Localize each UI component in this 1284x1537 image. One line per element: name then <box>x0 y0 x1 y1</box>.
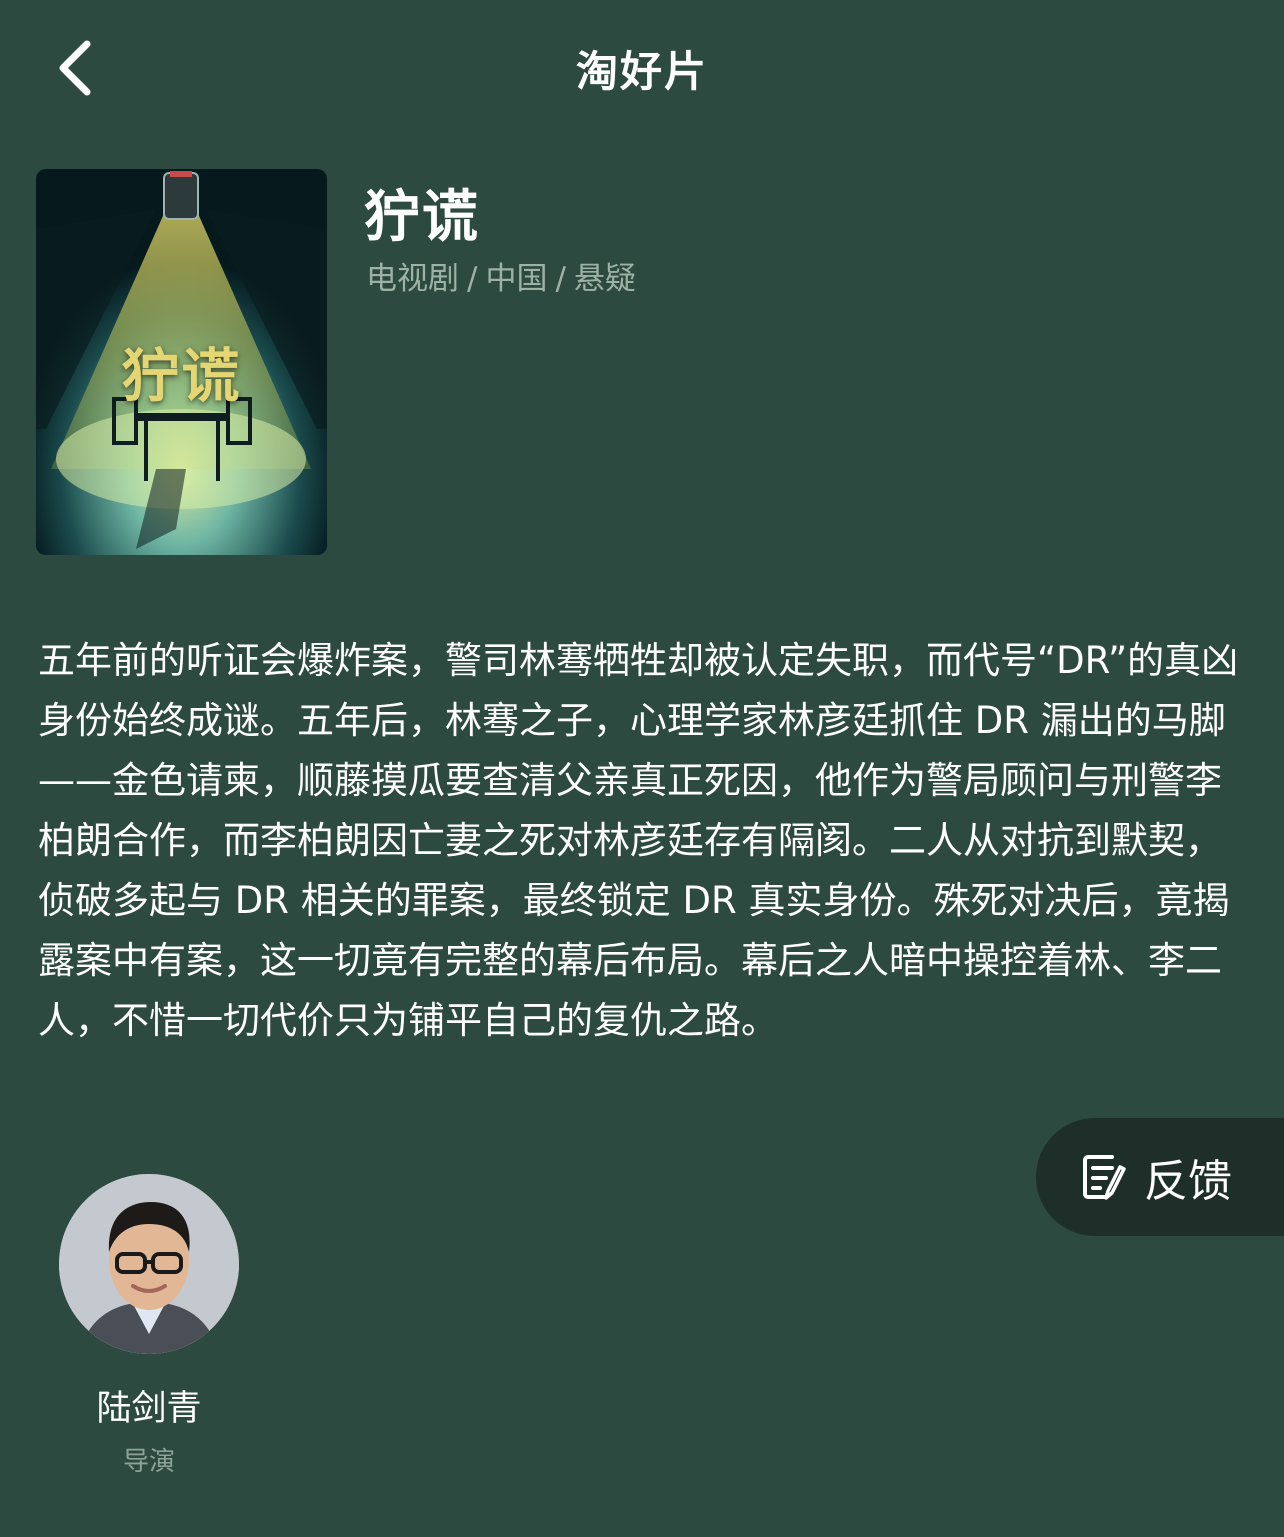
feedback-label: 反馈 <box>1144 1156 1232 1207</box>
crew-name: 陆剑青 <box>96 1389 202 1429</box>
poster-title-text: 狞谎 <box>121 342 242 410</box>
meta-genre: 悬疑 <box>573 261 636 297</box>
crew-card-director[interactable]: 陆剑青 导演 <box>56 1174 242 1478</box>
feedback-icon <box>1083 1155 1126 1200</box>
show-meta: 电视剧 / 中国 / 悬疑 <box>366 253 636 298</box>
meta-separator: / <box>555 261 566 297</box>
page-title: 淘好片 <box>575 47 708 96</box>
avatar <box>59 1174 239 1354</box>
meta-region: 中国 <box>485 261 548 297</box>
synopsis-text: 五年前的听证会爆炸案，警司林骞牺牲却被认定失职，而代号“DR”的真凶身份始终成谜… <box>38 639 1239 1042</box>
show-title: 狞谎 <box>364 185 480 250</box>
meta-type: 电视剧 <box>366 261 459 297</box>
feedback-button[interactable]: 反馈 <box>1036 1118 1284 1236</box>
crew-role: 导演 <box>122 1447 175 1477</box>
director-portrait <box>59 1174 239 1354</box>
show-poster[interactable]: 狞谎 <box>36 169 327 555</box>
header-bar: 淘好片 <box>0 0 1284 140</box>
meta-separator: / <box>467 261 478 297</box>
